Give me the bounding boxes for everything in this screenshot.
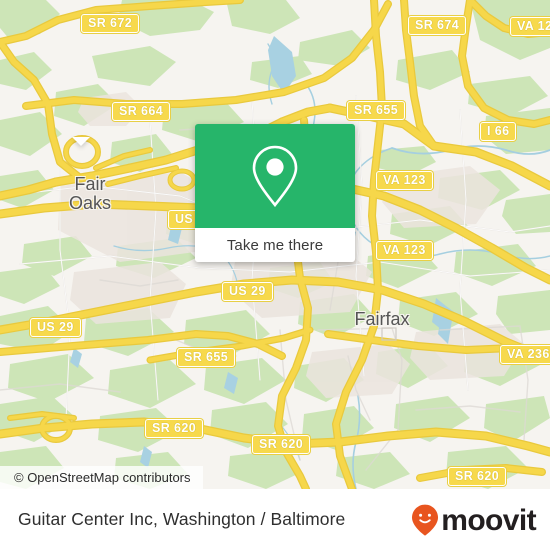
popup-cta-bar[interactable]: Take me there	[195, 228, 355, 262]
road-shield: SR 620	[448, 467, 507, 486]
map-screenshot: .rdmaj { stroke:#f6d74a; stroke-linecap:…	[0, 0, 550, 550]
road-shield: VA 236	[500, 345, 550, 364]
footer-bar: Guitar Center Inc, Washington / Baltimor…	[0, 489, 550, 550]
road-shield: VA 123	[376, 171, 433, 190]
moovit-smiley-pin-icon	[412, 504, 439, 536]
road-shield: US 29	[30, 318, 81, 337]
moovit-wordmark: moovit	[441, 503, 536, 537]
moovit-logo[interactable]: moovit	[410, 489, 537, 550]
footer-title-text: Guitar Center Inc, Washington / Baltimor…	[18, 509, 346, 529]
take-me-there-label: Take me there	[226, 236, 324, 254]
map-pin-icon	[252, 145, 298, 208]
road-shield: SR 655	[347, 101, 406, 120]
road-shield: SR 620	[252, 435, 311, 454]
road-shield: SR 672	[81, 14, 140, 33]
road-shield: I 66	[480, 122, 517, 141]
road-shield: VA 123	[510, 17, 550, 36]
popup-pointer-tail	[72, 137, 90, 146]
road-shield: SR 674	[408, 16, 467, 35]
page-title: Guitar Center Inc, Washington / Baltimor…	[18, 489, 345, 550]
osm-attribution-text: © OpenStreetMap contributors	[14, 470, 191, 485]
location-popup-card[interactable]: Take me there	[195, 124, 355, 262]
road-shield: SR 620	[145, 419, 204, 438]
road-shield: VA 123	[376, 241, 433, 260]
osm-attribution[interactable]: © OpenStreetMap contributors	[0, 466, 203, 489]
popup-image-panel	[195, 124, 355, 228]
road-shield: US 29	[222, 282, 273, 301]
road-shield: SR 664	[112, 102, 171, 121]
road-shield: SR 655	[177, 348, 236, 367]
